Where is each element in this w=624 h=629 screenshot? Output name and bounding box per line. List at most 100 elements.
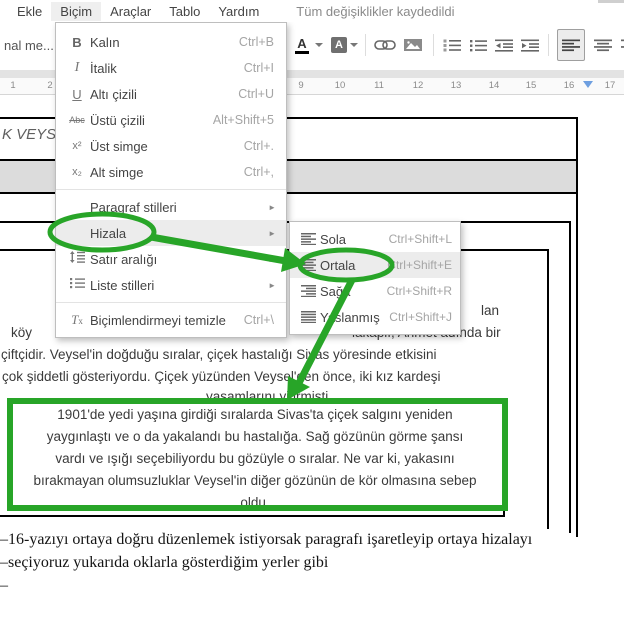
submenu-item-saga[interactable]: Sağa Ctrl+Shift+R [290, 278, 460, 304]
submenu-shortcut: Ctrl+Shift+J [389, 310, 452, 324]
menu-araclar[interactable]: Araçlar [101, 2, 160, 21]
menu-tablo[interactable]: Tablo [160, 2, 209, 21]
bold-icon: B [72, 34, 82, 50]
decrease-indent-button[interactable] [494, 32, 514, 58]
align-center-icon [594, 39, 612, 51]
align-left-button[interactable] [557, 29, 585, 61]
note-line: – [0, 577, 8, 594]
link-icon [374, 40, 396, 50]
menu-item-liste-stilleri[interactable]: Liste stilleri ► [56, 272, 286, 298]
italic-icon: I [74, 60, 80, 75]
menu-item-ust-simge[interactable]: x² Üst simge Ctrl+. [56, 133, 286, 159]
align-left-icon [562, 39, 580, 51]
menu-shortcut: Ctrl+B [238, 35, 274, 49]
superscript-icon: x² [72, 140, 82, 152]
indent-marker-icon[interactable] [583, 81, 593, 88]
align-right-icon [296, 282, 320, 300]
menu-shortcut: Ctrl+. [243, 139, 274, 153]
doc-text-fragment: lan [481, 303, 500, 318]
doc-text-line: yaşamlarını yitirmişti. [206, 389, 333, 404]
bulleted-list-icon [470, 39, 487, 51]
highlight-color-button[interactable]: A [331, 32, 347, 58]
menu-ekle[interactable]: Ekle [8, 2, 51, 21]
submenu-arrow-icon: ► [268, 280, 276, 290]
app-root: Ekle Biçim Araçlar Tablo Yardım Tüm deği… [0, 0, 624, 629]
paragraph-line: oldu. [240, 495, 270, 510]
paragraph-line: yaygınlaştı ve o da yakalandı bu hastalı… [46, 429, 464, 444]
align-center-button[interactable] [594, 32, 612, 58]
menu-item-ustu-cizili[interactable]: Abc Üstü çizili Alt+Shift+5 [56, 107, 286, 133]
menu-shortcut: Ctrl+, [243, 165, 274, 179]
text-color-icon: A [297, 35, 307, 51]
insert-link-button[interactable] [373, 32, 397, 58]
toolbar-separator [548, 34, 549, 56]
subscript-icon: x₂ [72, 166, 82, 178]
menu-item-satir-araligi[interactable]: Satır aralığı ► [56, 246, 286, 272]
highlight-color-icon: A [331, 37, 347, 53]
text-color-button[interactable]: A [292, 32, 312, 58]
strikethrough-icon: Abc [69, 115, 85, 125]
submenu-item-label: Yaslanmış [320, 309, 380, 325]
ruler-number: 16 [563, 80, 575, 91]
submenu-item-label: Sağa [320, 283, 351, 299]
align-submenu: Sola Ctrl+Shift+L Ortala Ctrl+Shift+E Sa… [289, 221, 461, 335]
paragraph-line: vardı ve ışığı seçebiliyordu bu gözüyle … [55, 451, 455, 466]
image-icon [404, 39, 422, 51]
paragraph-box-right [503, 400, 505, 517]
menu-item-label: Üstü çizili [90, 112, 145, 128]
submenu-item-sola[interactable]: Sola Ctrl+Shift+L [290, 226, 460, 252]
submenu-arrow-icon: ► [268, 254, 276, 264]
ruler-number: 9 [298, 80, 304, 91]
submenu-shortcut: Ctrl+Shift+L [388, 232, 452, 246]
menu-item-label: Altı çizili [90, 86, 137, 102]
menu-item-paragraf-stilleri[interactable]: Paragraf stilleri ► [56, 194, 286, 220]
ruler-number: 17 [604, 80, 616, 91]
menu-item-bicimlendirmeyi-temizle[interactable]: Tx Biçimlendirmeyi temizle Ctrl+\ [56, 307, 286, 333]
submenu-shortcut: Ctrl+Shift+E [387, 258, 452, 272]
menu-item-hizala[interactable]: Hizala ► [56, 220, 286, 246]
paragraph-line: bırakmayan olumsuzluklar Veysel'in diğer… [33, 473, 477, 488]
submenu-arrow-icon: ► [268, 202, 276, 212]
note-line: –seçiyoruz yukarıda oklarla gösterdiğim … [0, 554, 329, 571]
line-spacing-icon [64, 250, 90, 268]
text-color-caret-icon[interactable] [315, 43, 323, 47]
ruler-number: 10 [334, 80, 346, 91]
insert-image-button[interactable] [401, 32, 425, 58]
numbered-list-button[interactable] [442, 32, 462, 58]
submenu-item-label: Sola [320, 231, 347, 247]
menu-item-alt-simge[interactable]: x₂ Alt simge Ctrl+, [56, 159, 286, 185]
ruler-number: 13 [450, 80, 462, 91]
ruler-number: 14 [488, 80, 500, 91]
annotation-notes: –16-yazıyı ortaya doğru düzenlemek istiy… [0, 528, 624, 597]
format-menu-dropdown: B Kalın Ctrl+B I İtalik Ctrl+I U Altı çi… [55, 22, 287, 338]
top-right-fragment [598, 0, 624, 3]
menu-item-label: Hizala [90, 225, 127, 241]
menu-item-label: Biçimlendirmeyi temizle [90, 312, 226, 328]
underline-icon: U [72, 86, 82, 102]
numbered-list-icon [443, 39, 461, 51]
paragraph-line: 1901'de yedi yaşına girdiği sıralarda Si… [57, 407, 453, 422]
doc-text-fragment: köy [11, 325, 33, 340]
toolbar-separator [433, 34, 434, 56]
submenu-item-yaslanmis[interactable]: Yaslanmış Ctrl+Shift+J [290, 304, 460, 330]
ruler-number: 15 [525, 80, 537, 91]
menu-shortcut: Ctrl+U [238, 87, 274, 101]
menu-item-italik[interactable]: I İtalik Ctrl+I [56, 55, 286, 81]
highlight-color-caret-icon[interactable] [350, 43, 358, 47]
increase-indent-button[interactable] [520, 32, 540, 58]
menu-bicim[interactable]: Biçim [51, 1, 102, 21]
ruler-number: 12 [412, 80, 424, 91]
align-center-icon [296, 256, 320, 274]
align-justify-icon [296, 308, 320, 326]
menu-item-kalin[interactable]: B Kalın Ctrl+B [56, 29, 286, 55]
doc-text-line: çiftçidir. Veysel'in doğduğu sıralar, çi… [1, 347, 437, 362]
inner-box2-right [547, 249, 549, 529]
submenu-shortcut: Ctrl+Shift+R [386, 284, 452, 298]
menu-item-label: Alt simge [90, 164, 144, 180]
submenu-item-ortala[interactable]: Ortala Ctrl+Shift+E [290, 252, 460, 278]
menu-yardim[interactable]: Yardım [209, 2, 268, 21]
menu-item-label: Satır aralığı [90, 251, 158, 267]
bulleted-list-button[interactable] [468, 32, 488, 58]
menu-item-alti-cizili[interactable]: U Altı çizili Ctrl+U [56, 81, 286, 107]
paragraph-style-selector[interactable]: nal me... [4, 38, 54, 53]
